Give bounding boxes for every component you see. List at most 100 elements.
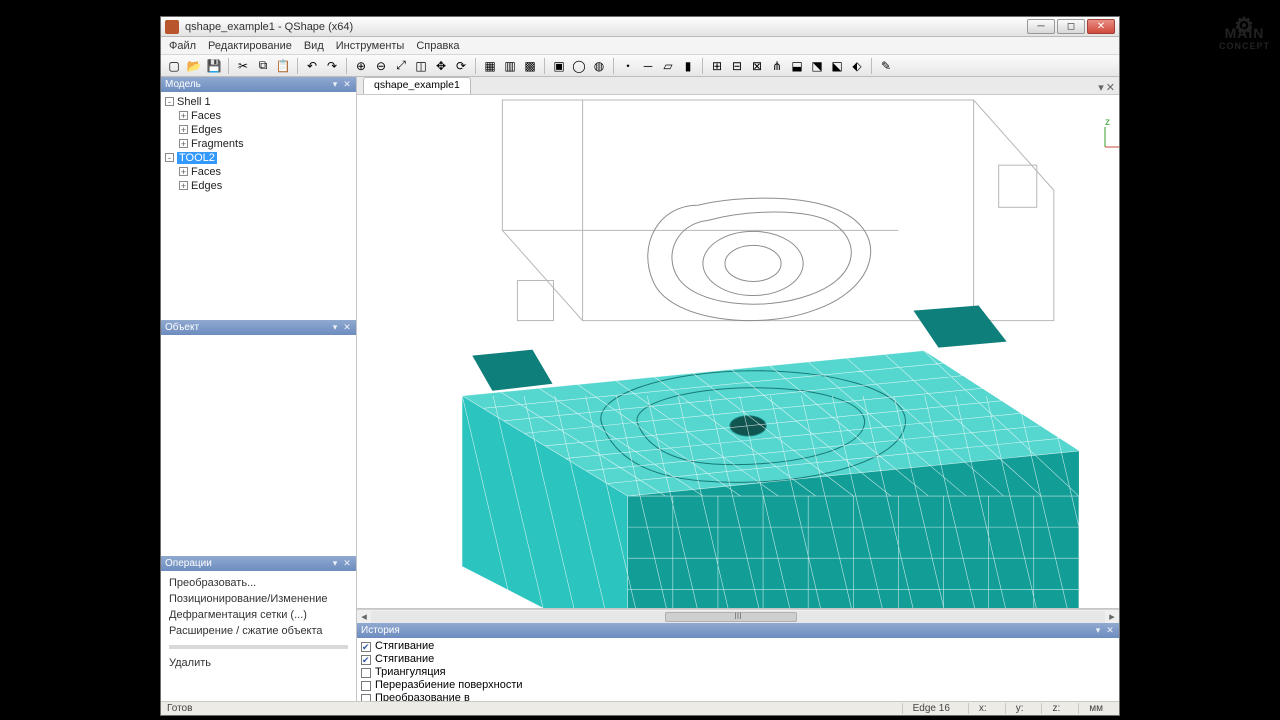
tree-label[interactable]: Fragments <box>191 138 244 150</box>
pin-icon[interactable]: ▾ <box>330 80 340 90</box>
viewport-hscroll[interactable]: ◂ III ▸ <box>357 609 1119 623</box>
scroll-thumb[interactable] <box>665 612 797 622</box>
paste-button[interactable]: 📋 <box>274 57 292 75</box>
file-open-button[interactable]: 📂 <box>185 57 203 75</box>
mesh-a-button[interactable]: ⊞ <box>708 57 726 75</box>
menu-Редактирование[interactable]: Редактирование <box>208 40 292 52</box>
tree-node[interactable]: +Fragments <box>179 137 352 151</box>
pin-icon[interactable]: ▾ <box>330 322 340 332</box>
tree-node[interactable]: +Faces <box>179 109 352 123</box>
minimize-button[interactable]: ─ <box>1027 19 1055 34</box>
undo-button[interactable]: ↶ <box>303 57 321 75</box>
pan-button[interactable]: ✥ <box>432 57 450 75</box>
checkbox-icon[interactable] <box>361 681 371 691</box>
document-tab[interactable]: qshape_example1 <box>363 77 471 94</box>
history-panel-header[interactable]: История ▾✕ <box>357 623 1119 638</box>
history-item[interactable]: Триангуляция <box>361 666 1115 679</box>
file-new-button[interactable]: ▢ <box>165 57 183 75</box>
history-item[interactable]: Стягивание <box>361 653 1115 666</box>
zoom-region-button[interactable]: ◫ <box>412 57 430 75</box>
operation-item[interactable]: Удалить <box>169 655 348 671</box>
redo-button[interactable]: ↷ <box>323 57 341 75</box>
pin-icon[interactable]: ▾ <box>330 559 340 569</box>
3d-viewport[interactable]: z x <box>357 95 1119 609</box>
wire-button[interactable]: ▥ <box>501 57 519 75</box>
history-item[interactable]: Преобразование в <box>361 692 1115 701</box>
scroll-right-icon[interactable]: ▸ <box>1105 610 1119 623</box>
tree-node[interactable]: -Shell 1 <box>165 95 352 109</box>
mesh-e-button[interactable]: ⬓ <box>788 57 806 75</box>
expand-icon[interactable]: + <box>179 111 188 120</box>
sphere-button[interactable]: ◯ <box>570 57 588 75</box>
menu-Вид[interactable]: Вид <box>304 40 324 52</box>
tree-label[interactable]: Faces <box>191 110 221 122</box>
expand-icon[interactable]: + <box>179 125 188 134</box>
checkbox-icon[interactable] <box>361 694 371 702</box>
mesh-h-button[interactable]: ⬖ <box>848 57 866 75</box>
mesh-f-button[interactable]: ⬔ <box>808 57 826 75</box>
tree-node[interactable]: +Faces <box>179 165 352 179</box>
copy-button[interactable]: ⧉ <box>254 57 272 75</box>
tab-close-icon[interactable]: ✕ <box>1106 81 1115 94</box>
tree-label[interactable]: Shell 1 <box>177 96 211 108</box>
tree-label[interactable]: TOOL2 <box>177 152 217 164</box>
menu-Инструменты[interactable]: Инструменты <box>336 40 405 52</box>
box-button[interactable]: ▣ <box>550 57 568 75</box>
close-button[interactable]: ✕ <box>1087 19 1115 34</box>
tree-node[interactable]: +Edges <box>179 179 352 193</box>
rotate-button[interactable]: ⟳ <box>452 57 470 75</box>
cut-button[interactable]: ✂ <box>234 57 252 75</box>
mesh-g-button[interactable]: ⬕ <box>828 57 846 75</box>
history-item[interactable]: Стягивание <box>361 640 1115 653</box>
zoom-out-button[interactable]: ⊖ <box>372 57 390 75</box>
tree-node[interactable]: +Edges <box>179 123 352 137</box>
tab-dropdown-icon[interactable]: ▾ <box>1098 81 1104 94</box>
checkbox-icon[interactable] <box>361 655 371 665</box>
expand-icon[interactable]: + <box>179 167 188 176</box>
mesh-c-button[interactable]: ⊠ <box>748 57 766 75</box>
close-icon[interactable]: ✕ <box>342 322 352 332</box>
toolbar-separator <box>544 58 545 74</box>
collapse-icon[interactable]: - <box>165 97 174 106</box>
sel-body-button[interactable]: ▮ <box>679 57 697 75</box>
expand-icon[interactable]: + <box>179 181 188 190</box>
sel-face-button[interactable]: ▱ <box>659 57 677 75</box>
operation-item[interactable]: Дефрагментация сетки (...) <box>169 607 348 623</box>
mesh-b-button[interactable]: ⊟ <box>728 57 746 75</box>
expand-icon[interactable]: + <box>179 139 188 148</box>
model-panel-header[interactable]: Модель ▾✕ <box>161 77 356 92</box>
menu-Файл[interactable]: Файл <box>169 40 196 52</box>
file-save-button[interactable]: 💾 <box>205 57 223 75</box>
history-item[interactable]: Переразбиение поверхности <box>361 679 1115 692</box>
mesh-d-button[interactable]: ⋔ <box>768 57 786 75</box>
tree-label[interactable]: Faces <box>191 166 221 178</box>
shade-wire-button[interactable]: ▩ <box>521 57 539 75</box>
tree-label[interactable]: Edges <box>191 180 222 192</box>
close-icon[interactable]: ✕ <box>342 559 352 569</box>
close-icon[interactable]: ✕ <box>342 80 352 90</box>
sel-vert-button[interactable]: ・ <box>619 57 637 75</box>
cyl-button[interactable]: ◍ <box>590 57 608 75</box>
close-icon[interactable]: ✕ <box>1105 626 1115 636</box>
zoom-in-button[interactable]: ⊕ <box>352 57 370 75</box>
help-button[interactable]: ✎ <box>877 57 895 75</box>
scroll-left-icon[interactable]: ◂ <box>357 610 371 623</box>
menu-Справка[interactable]: Справка <box>416 40 459 52</box>
tree-label[interactable]: Edges <box>191 124 222 136</box>
checkbox-icon[interactable] <box>361 668 371 678</box>
collapse-icon[interactable]: - <box>165 153 174 162</box>
pin-icon[interactable]: ▾ <box>1093 626 1103 636</box>
operation-item[interactable]: Преобразовать... <box>169 575 348 591</box>
title-bar[interactable]: qshape_example1 - QShape (x64) ─ ◻ ✕ <box>161 17 1119 37</box>
operation-item[interactable]: Позиционирование/Изменение <box>169 591 348 607</box>
object-panel-header[interactable]: Объект ▾✕ <box>161 320 356 335</box>
checkbox-icon[interactable] <box>361 642 371 652</box>
sel-edge-button[interactable]: ─ <box>639 57 657 75</box>
operation-item[interactable]: Расширение / сжатие объекта <box>169 623 348 639</box>
operations-panel-header[interactable]: Операции ▾✕ <box>161 556 356 571</box>
zoom-fit-button[interactable]: ⤢ <box>392 57 410 75</box>
maximize-button[interactable]: ◻ <box>1057 19 1085 34</box>
tree-node[interactable]: -TOOL2 <box>165 151 352 165</box>
model-tree[interactable]: -Shell 1+Faces+Edges+Fragments-TOOL2+Fac… <box>161 92 356 320</box>
shade-button[interactable]: ▦ <box>481 57 499 75</box>
